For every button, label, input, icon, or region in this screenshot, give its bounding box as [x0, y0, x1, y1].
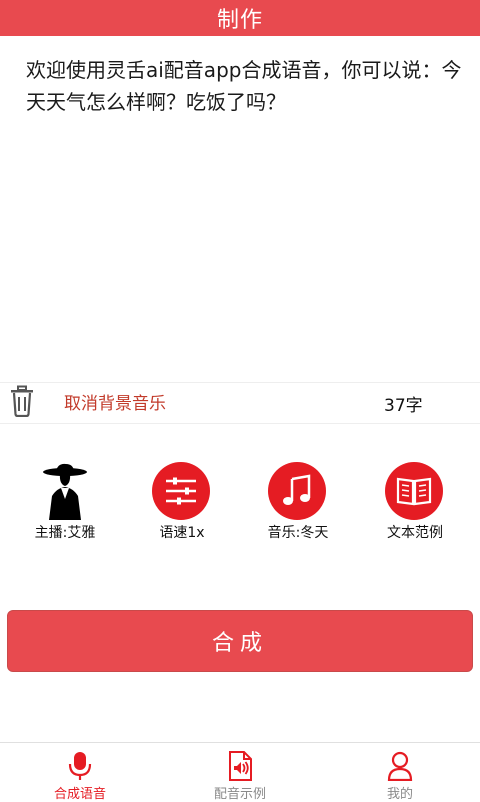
character-count: 37字: [384, 396, 423, 416]
text-examples-option[interactable]: 文本范例: [360, 462, 470, 548]
page-title: 制作: [216, 8, 263, 33]
nav-dubbing-examples[interactable]: 配音示例: [160, 743, 320, 802]
compose-button-label: 合成: [211, 631, 268, 656]
nav-profile-label: 我的: [386, 787, 413, 802]
bottom-nav: 合成语音 配音示例 我的: [0, 742, 480, 802]
anchor-avatar-icon: [35, 462, 95, 522]
book-icon: [385, 462, 445, 522]
music-label: 音乐:冬天: [267, 525, 329, 541]
nav-compose-speech[interactable]: 合成语音: [0, 743, 160, 802]
speed-option[interactable]: 语速1x: [127, 462, 237, 548]
music-option[interactable]: 音乐:冬天: [243, 462, 353, 548]
editor-text[interactable]: 欢迎使用灵舌ai配音app合成语音，你可以说：今天天气怎么样啊？吃饭了吗？: [26, 54, 462, 118]
anchor-option[interactable]: 主播:艾雅: [10, 462, 120, 548]
audio-file-icon: [227, 751, 253, 781]
anchor-label: 主播:艾雅: [34, 525, 96, 541]
user-icon: [387, 751, 413, 782]
music-note-icon: [268, 462, 328, 522]
editor-toolbar: 取消背景音乐 37字: [0, 382, 480, 424]
microphone-icon: [67, 751, 93, 781]
nav-compose-speech-label: 合成语音: [53, 787, 106, 802]
top-header: 制作: [0, 0, 480, 36]
voice-options: 主播:艾雅 语速1x 音乐:冬天 文本范例: [0, 462, 480, 552]
nav-dubbing-examples-label: 配音示例: [213, 787, 266, 802]
sliders-icon: [152, 462, 212, 522]
speed-label: 语速1x: [159, 525, 205, 541]
text-editor[interactable]: 欢迎使用灵舌ai配音app合成语音，你可以说：今天天气怎么样啊？吃饭了吗？: [0, 36, 480, 381]
compose-button[interactable]: 合成: [7, 610, 473, 672]
trash-icon[interactable]: [8, 385, 36, 418]
nav-profile[interactable]: 我的: [320, 743, 480, 802]
cancel-background-music-button[interactable]: 取消背景音乐: [64, 389, 166, 414]
text-examples-label: 文本范例: [387, 525, 443, 541]
